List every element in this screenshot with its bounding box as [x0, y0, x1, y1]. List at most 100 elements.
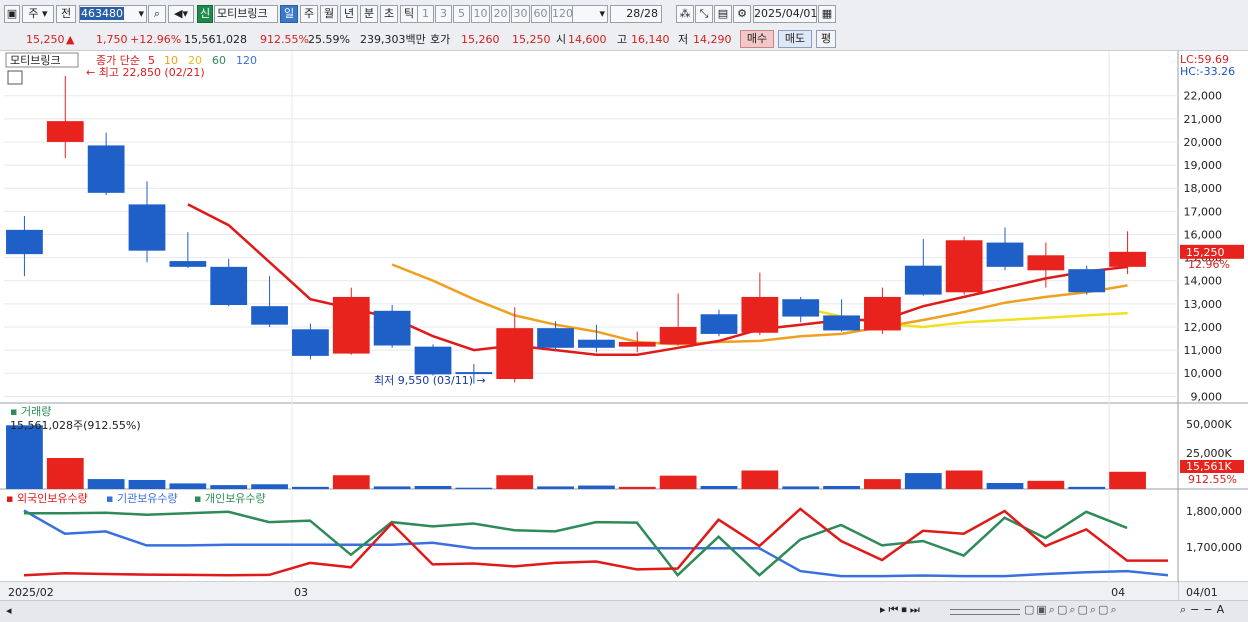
grid-toggle-icon [7, 70, 23, 85]
chevron-down-icon: ▾ [138, 7, 144, 20]
stock-chart-svg[interactable]: 22,000 21,000 20,000 19,000 18,000 17,000 16,0… [0, 51, 1248, 603]
up-arrow-icon: ▲ [66, 33, 75, 46]
quote-label: 호가 [430, 33, 451, 46]
candle-body [578, 339, 615, 348]
gear-icon[interactable]: ⚙ [733, 5, 751, 23]
candle-body [659, 326, 697, 345]
tab-4[interactable]: 분 [360, 5, 378, 23]
high-price: 16,140 [631, 33, 670, 46]
open-label: 시 [556, 33, 567, 46]
interval-button-3[interactable]: 3 [435, 5, 452, 23]
tab-6[interactable]: 틱 [400, 5, 418, 23]
hc-label: HC:-33.26 [1180, 65, 1235, 78]
volume-bar [496, 475, 534, 489]
date-input[interactable]: 2025/04/01 [753, 5, 817, 23]
x-tick-label: 2025/02 [8, 586, 54, 599]
price-tick-label: 10,000 [1184, 367, 1223, 380]
zoom-slider[interactable] [950, 609, 1020, 615]
draw-icon[interactable]: ⤡ [695, 5, 713, 23]
tool-icons[interactable]: ▢▣⌕▢⌕▢⌕▢⌕ [1024, 603, 1119, 617]
interval-button-10[interactable]: 10 [471, 5, 490, 23]
buy-button[interactable]: 매수 [740, 30, 774, 48]
sell-button[interactable]: 매도 [778, 30, 812, 48]
volume-bar [864, 479, 901, 489]
x-tick-label: 04 [1111, 586, 1125, 599]
price-tick-label: 14,000 [1184, 275, 1223, 288]
avg-button[interactable]: 평 [816, 30, 836, 48]
volume-bar [578, 485, 615, 489]
volume-bar [741, 470, 779, 489]
save-icon[interactable]: ▤ [714, 5, 732, 23]
candle-body [782, 299, 820, 317]
holding-tick-label: 1,800,000 [1186, 505, 1242, 518]
playback-controls[interactable]: ▸⏮⏹⏭ [880, 603, 923, 617]
interval-button-60[interactable]: 60 [531, 5, 550, 23]
turnover-pct: 25.59% [308, 33, 350, 46]
interval-button-20[interactable]: 20 [491, 5, 510, 23]
current-price: 15,250 [26, 33, 65, 46]
low-annotation: 최저 9,550 (03/11) → [374, 374, 486, 387]
period-select[interactable]: 주 ▾ [22, 5, 54, 23]
volume: 15,561,028 [184, 33, 247, 46]
candle-body [332, 296, 370, 354]
window-icon[interactable]: ▣ [4, 5, 20, 23]
price-tick-label: 12,000 [1184, 321, 1223, 334]
interval-button-1[interactable]: 1 [417, 5, 434, 23]
volume-bar [945, 470, 983, 489]
ma-legend-item: 120 [236, 54, 257, 67]
volume-bar [986, 482, 1024, 489]
price-tick-label: 18,000 [1184, 182, 1223, 195]
candle-body [210, 266, 248, 306]
chevron-down-icon: ▾ [599, 7, 605, 20]
volume-bar [904, 473, 942, 489]
volume-bar [618, 486, 656, 489]
interval-select[interactable]: ▾ [572, 5, 608, 23]
high-annotation: ← 최고 22,850 (02/21) [86, 66, 205, 79]
tab-1[interactable]: 주 [300, 5, 318, 23]
ma-legend-item: 60 [212, 54, 226, 67]
tab-3[interactable]: 년 [340, 5, 358, 23]
calendar-icon[interactable]: ▦ [818, 5, 836, 23]
period-select-label: 주 [28, 7, 39, 20]
prev-button[interactable]: 전 [56, 5, 76, 23]
volume-bar [169, 483, 207, 489]
low-price: 14,290 [693, 33, 732, 46]
code-input-value: 463480 [80, 7, 124, 20]
volume-bar [1068, 486, 1106, 489]
link-icon[interactable]: ⁂ [676, 5, 694, 23]
candle-body [864, 296, 901, 331]
interval-button-5[interactable]: 5 [453, 5, 470, 23]
candle-body [1109, 251, 1146, 267]
volume-bar [46, 458, 84, 489]
volume-bar [87, 479, 125, 489]
interval-button-120[interactable]: 120 [551, 5, 573, 23]
volume-bar [6, 425, 43, 489]
candle-body [87, 145, 125, 193]
volume-tick-label: 25,000K [1186, 447, 1232, 460]
zoom-icons[interactable]: ⌕−−A [1180, 603, 1228, 617]
bid-price: 15,250 [512, 33, 551, 46]
code-input[interactable]: 463480 ▾ [79, 5, 147, 23]
search-icon[interactable]: ⌕ [148, 5, 166, 23]
candle-body [823, 315, 860, 331]
interval-button-30[interactable]: 30 [511, 5, 530, 23]
tab-2[interactable]: 월 [320, 5, 338, 23]
current-pct-tag: 12.96% [1188, 258, 1230, 271]
candle-body [373, 310, 411, 346]
tab-0[interactable]: 일 [280, 5, 298, 23]
name-tag: 모티브링크 [10, 54, 61, 67]
candle-body [945, 240, 983, 293]
volume-bar [659, 475, 697, 489]
high-label: 고 [617, 33, 628, 46]
volume-bar [823, 485, 860, 489]
scroll-left-icon[interactable]: ◂ [6, 604, 12, 617]
tab-5[interactable]: 초 [380, 5, 398, 23]
chart-area[interactable]: 22,000 21,000 20,000 19,000 18,000 17,000 16,0… [0, 51, 1248, 603]
page-counter: 28/28 [610, 5, 662, 23]
speaker-icon[interactable]: ◀▾ [168, 5, 194, 23]
candle-body [700, 314, 738, 334]
candle-body [904, 265, 942, 295]
volume-tag: 15,561K [1186, 460, 1232, 473]
holding-tick-label: 1,700,000 [1186, 541, 1242, 554]
price-tick-label: 13,000 [1184, 298, 1223, 311]
